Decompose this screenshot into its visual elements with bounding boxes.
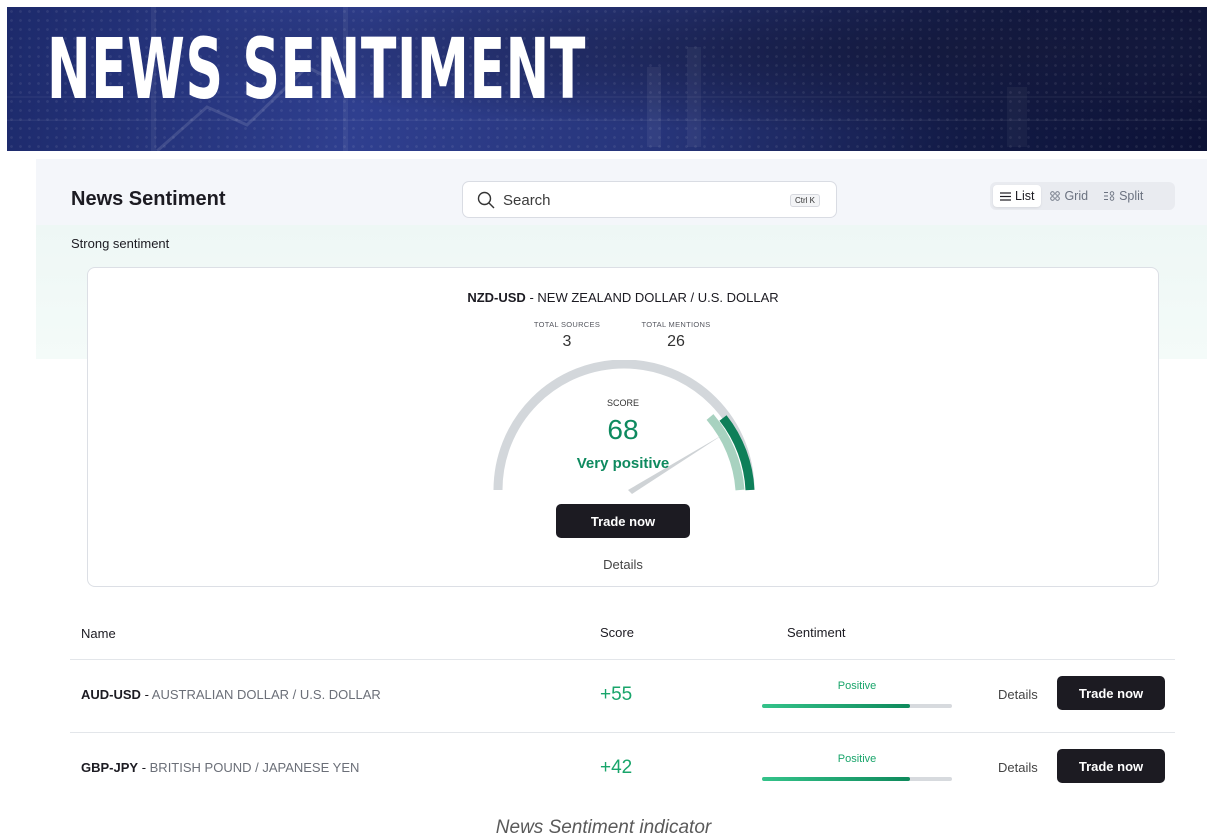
featured-pair-title: NZD-USD - NEW ZEALAND DOLLAR / U.S. DOLL…: [467, 290, 779, 305]
search-shortcut-badge: Ctrl K: [790, 194, 820, 207]
view-list-button[interactable]: List: [993, 185, 1042, 207]
row-trade-now-button[interactable]: Trade now: [1057, 676, 1165, 710]
view-grid-button[interactable]: Grid: [1043, 185, 1095, 207]
row-symbol: AUD-USD: [81, 687, 141, 702]
row-full-name: AUSTRALIAN DOLLAR / U.S. DOLLAR: [151, 687, 381, 702]
view-list-label: List: [1015, 189, 1035, 203]
search-icon: [477, 191, 495, 209]
view-split-button[interactable]: Split: [1097, 185, 1150, 207]
view-grid-label: Grid: [1064, 189, 1089, 203]
view-toggle: List Grid Split: [990, 182, 1175, 210]
row-symbol: GBP-JPY: [81, 760, 139, 775]
banner-title: NEWS SENTIMENT: [47, 20, 587, 118]
row-pair-name: AUD-USD - AUSTRALIAN DOLLAR / U.S. DOLLA…: [81, 687, 381, 702]
score-value: 68: [607, 414, 639, 445]
column-header-sentiment: Sentiment: [787, 625, 846, 640]
row-score: +55: [600, 684, 633, 705]
search-input[interactable]: [503, 188, 783, 212]
column-header-score: Score: [600, 625, 634, 640]
sentiment-label: Very positive: [576, 455, 670, 472]
row-sentiment-label: Positive: [837, 680, 877, 692]
total-mentions-stat: TOTAL MENTIONS 26: [616, 320, 736, 351]
view-split-label: Split: [1119, 189, 1144, 203]
row-sentiment-bar-fill: [762, 704, 911, 708]
row-trade-now-button[interactable]: Trade now: [1057, 749, 1165, 783]
featured-symbol: NZD-USD: [467, 290, 526, 305]
featured-pair-name: NEW ZEALAND DOLLAR / U.S. DOLLAR: [537, 290, 779, 305]
table-row: AUD-USD - AUSTRALIAN DOLLAR / U.S. DOLLA…: [70, 660, 1175, 732]
section-label: Strong sentiment: [71, 236, 170, 251]
row-full-name: BRITISH POUND / JAPANESE YEN: [149, 760, 360, 775]
row-details-link[interactable]: Details: [998, 760, 1038, 775]
row-sentiment-label: Positive: [837, 753, 877, 765]
total-sources-value: 3: [562, 333, 572, 350]
featured-trade-now-button[interactable]: Trade now: [556, 504, 690, 538]
total-sources-label: TOTAL SOURCES: [533, 320, 601, 329]
grid-icon: [1050, 191, 1061, 201]
row-details-link[interactable]: Details: [998, 687, 1038, 702]
page-title: News Sentiment: [71, 188, 226, 210]
featured-sentiment-card: NZD-USD - NEW ZEALAND DOLLAR / U.S. DOLL…: [87, 267, 1159, 587]
featured-details-link[interactable]: Details: [88, 557, 1158, 572]
score-label: SCORE: [606, 398, 639, 408]
total-mentions-value: 26: [667, 333, 685, 350]
row-pair-name: GBP-JPY - BRITISH POUND / JAPANESE YEN: [81, 760, 360, 775]
row-score: +42: [600, 757, 633, 778]
column-header-name: Name: [81, 626, 116, 641]
total-sources-stat: TOTAL SOURCES 3: [507, 320, 627, 351]
total-mentions-label: TOTAL MENTIONS: [641, 320, 711, 329]
figure-caption: News Sentiment indicator: [495, 817, 712, 838]
split-icon: [1104, 191, 1115, 201]
search-box[interactable]: Ctrl K: [462, 181, 837, 218]
row-sentiment-bar: [762, 777, 952, 781]
table-row: GBP-JPY - BRITISH POUND / JAPANESE YEN +…: [70, 733, 1175, 805]
list-icon: [1000, 191, 1011, 201]
row-sentiment-bar-fill: [762, 777, 911, 781]
hero-banner: NEWS SENTIMENT: [7, 7, 1207, 151]
row-sentiment-bar: [762, 704, 952, 708]
sentiment-app: News Sentiment Ctrl K List Grid: [36, 159, 1207, 799]
